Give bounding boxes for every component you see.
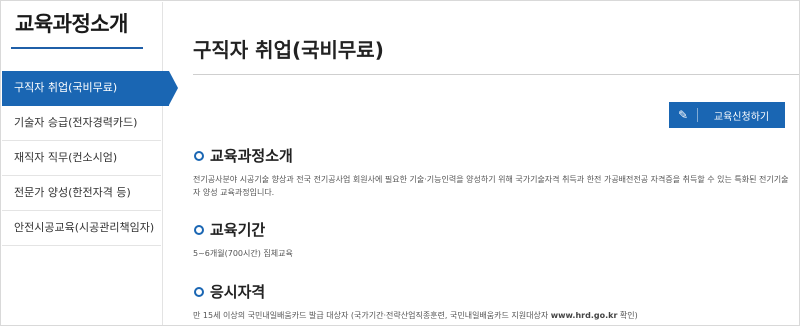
section-heading-text: 교육기간: [210, 221, 266, 239]
bullet-ring-icon: [194, 150, 204, 161]
section-body: 5~6개월(700시간) 집체교육: [193, 249, 293, 258]
section-course-intro: 교육과정소개 전기공사분야 시공기술 향상과 전국 전기공사업 회원사에 필요한…: [193, 145, 793, 199]
bullet-ring-icon: [194, 286, 204, 297]
page-title: 구직자 취업(국비무료): [193, 38, 384, 62]
title-divider: [193, 74, 799, 75]
main-content: 구직자 취업(국비무료) ✎ 교육신청하기 교육과정소개 전기공사분야 시공기술…: [163, 1, 799, 325]
hrd-link[interactable]: www.hrd.go.kr: [551, 311, 618, 320]
section-course-period: 교육기간 5~6개월(700시간) 집체교육: [193, 219, 793, 260]
page-frame: 교육과정소개 구직자 취업(국비무료) 기술자 승급(전자경력카드) 재직자 직…: [0, 0, 800, 326]
section-body: 만 15세 이상의 국민내일배움카드 발급 대상자 (국가기간·전략산업직종훈련…: [193, 309, 793, 322]
pencil-icon: ✎: [669, 108, 698, 122]
sidebar-title: 교육과정소개: [15, 12, 128, 36]
apply-course-label: 교육신청하기: [713, 111, 770, 123]
section-eligibility: 응시자격 만 15세 이상의 국민내일배움카드 발급 대상자 (국가기간·전략산…: [193, 281, 793, 322]
sidebar: 교육과정소개 구직자 취업(국비무료) 기술자 승급(전자경력카드) 재직자 직…: [2, 2, 178, 325]
sidebar-item-jobseeker[interactable]: 구직자 취업(국비무료): [2, 71, 178, 106]
sidebar-item-expert-training[interactable]: 전문가 양성(한전자격 등): [2, 176, 161, 211]
section-heading-text: 교육과정소개: [210, 147, 293, 165]
eligibility-text-end: 확인): [617, 311, 638, 320]
eligibility-text: 만 15세 이상의 국민내일배움카드 발급 대상자 (국가기간·전략산업직종훈련…: [193, 311, 551, 320]
sidebar-item-employee-consortium[interactable]: 재직자 직무(컨소시엄): [2, 141, 161, 176]
sidebar-item-technician-promotion[interactable]: 기술자 승급(전자경력카드): [2, 106, 161, 141]
section-heading-text: 응시자격: [210, 283, 266, 301]
apply-course-button[interactable]: ✎ 교육신청하기: [669, 102, 785, 128]
sidebar-title-underline: [11, 47, 143, 49]
bullet-ring-icon: [194, 224, 204, 235]
section-body: 전기공사분야 시공기술 향상과 전국 전기공사업 회원사에 필요한 기술·기능인…: [193, 175, 789, 197]
sidebar-item-safety-education[interactable]: 안전시공교육(시공관리책임자): [2, 211, 161, 246]
section-heading: 응시자격: [193, 281, 793, 302]
section-heading: 교육기간: [193, 219, 793, 240]
section-heading: 교육과정소개: [193, 145, 793, 166]
sidebar-menu: 구직자 취업(국비무료) 기술자 승급(전자경력카드) 재직자 직무(컨소시엄)…: [2, 71, 178, 246]
